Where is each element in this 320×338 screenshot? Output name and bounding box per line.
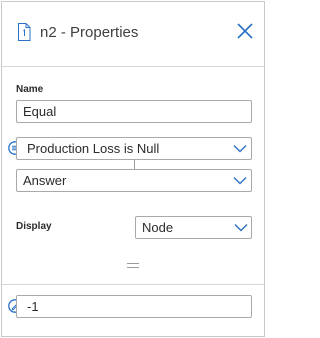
chevron-down-icon [233,145,247,153]
value-input-value: -1 [27,299,39,314]
connector-line [134,160,135,169]
equals-symbol-bottom [127,267,139,268]
properties-panel: n2 - Properties Name Equal Production Lo… [1,1,265,337]
header-divider [2,66,264,67]
answer-select-value: Answer [23,173,67,188]
name-label: Name [16,84,44,95]
document-icon [18,23,31,41]
display-select[interactable]: Node [135,216,252,239]
close-icon[interactable] [235,21,255,41]
display-select-value: Node [142,220,174,235]
footer-divider [2,284,264,285]
name-input-value: Equal [23,104,57,119]
answer-select[interactable]: Answer [16,169,252,192]
panel-title: n2 - Properties [40,24,139,41]
equals-symbol-top [127,263,139,264]
condition-select[interactable]: Production Loss is Null [16,137,252,160]
chevron-down-icon [234,224,248,232]
panel-header: n2 - Properties [2,2,264,66]
chevron-down-icon [233,177,247,185]
display-label: Display [16,221,52,232]
value-input[interactable]: -1 [16,295,252,318]
condition-select-value: Production Loss is Null [27,141,160,156]
name-input[interactable]: Equal [16,100,252,123]
